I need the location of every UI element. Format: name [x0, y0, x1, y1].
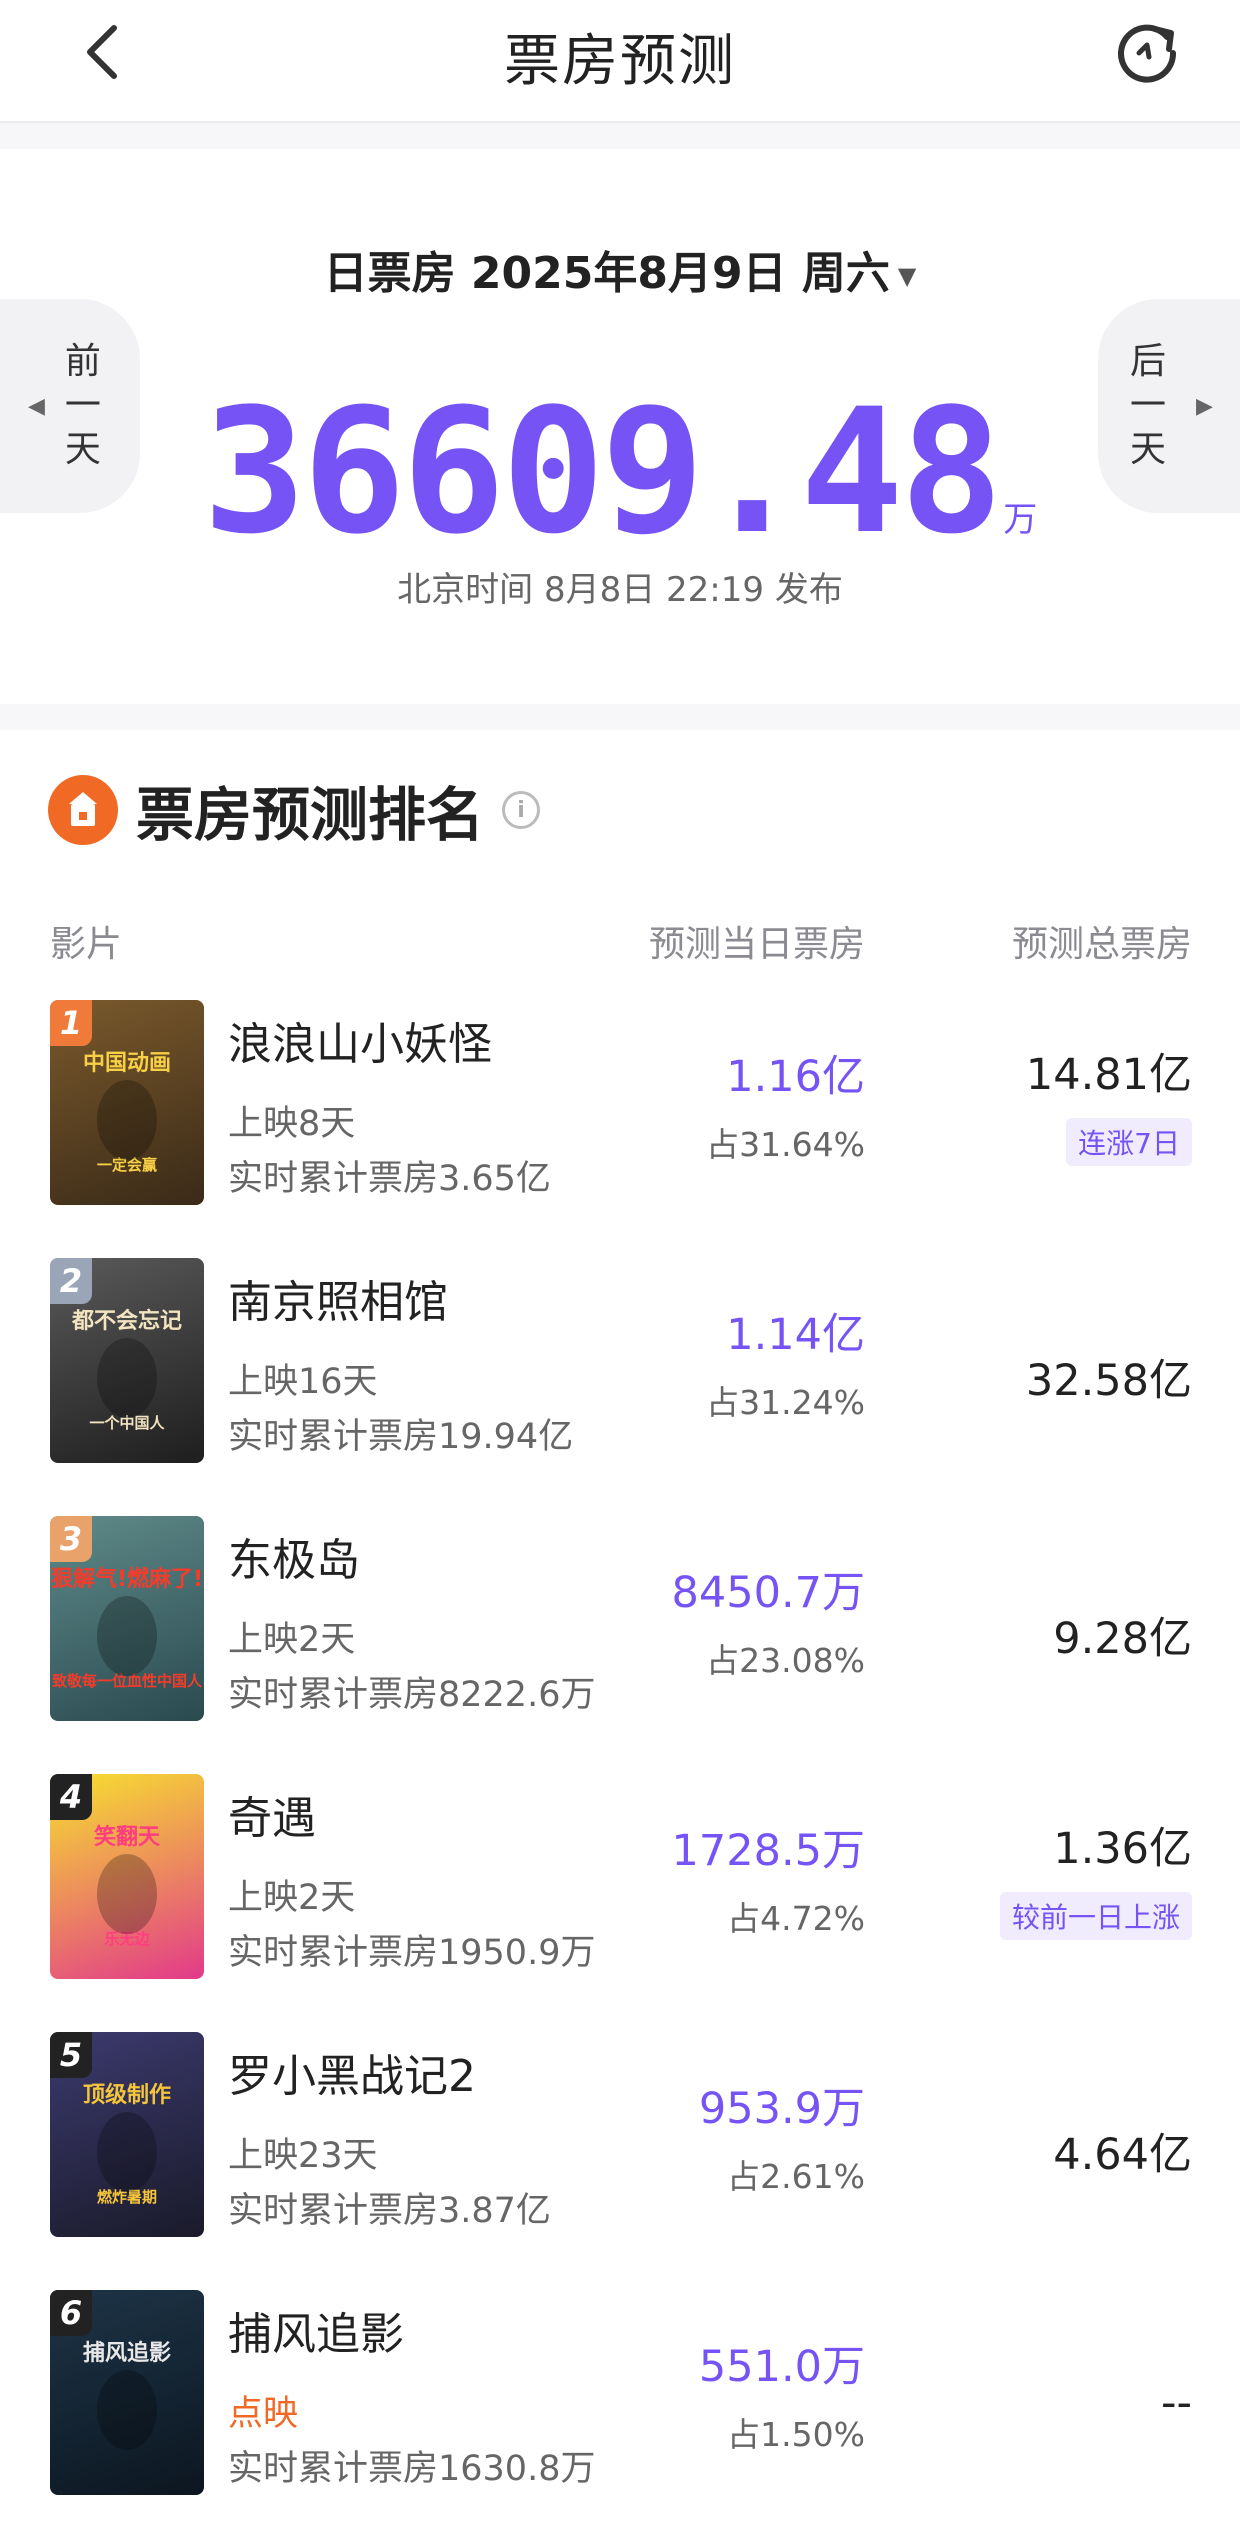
forecast-day-share: 占1.50%: [727, 2415, 865, 2454]
rank-badge: 2: [50, 1258, 92, 1304]
forecast-total-value: --: [1160, 2378, 1192, 2428]
forecast-day-value: 953.9万: [698, 2084, 865, 2134]
forecast-day-share: 占31.64%: [706, 1125, 865, 1164]
poster-text-1: 捕风追影: [83, 2340, 171, 2366]
rank-badge: 5: [50, 2032, 92, 2078]
forecast-day-value: 8450.7万: [671, 1568, 865, 1618]
forecast-total-value: 4.64亿: [1053, 2130, 1192, 2180]
col-header-film: 影片: [50, 924, 123, 965]
forecast-day-value: 551.0万: [698, 2342, 865, 2392]
release-days: 上映2天: [228, 1620, 356, 1660]
col-header-day: 预测当日票房: [648, 924, 865, 965]
release-days: 上映8天: [228, 1104, 356, 1144]
cumulative-box-office: 实时累计票房3.87亿: [228, 2191, 551, 2231]
movie-poster[interactable]: 捕风追影 6: [50, 2290, 204, 2495]
rank-badge: 6: [50, 2290, 92, 2336]
movie-title[interactable]: 南京照相馆: [228, 1266, 448, 1330]
section-divider: [0, 123, 1240, 149]
cumulative-box-office: 实时累计票房1630.8万: [228, 2449, 596, 2489]
movie-poster[interactable]: 狠解气!燃麻了! 致敬每一位血性中国人 3: [50, 1516, 204, 1721]
release-days: 上映2天: [228, 1878, 356, 1918]
forecast-day-share: 占23.08%: [706, 1641, 865, 1680]
refresh-button[interactable]: [1108, 10, 1188, 90]
forecast-day-share: 占31.24%: [706, 1383, 865, 1422]
rank-badge: 1: [50, 1000, 92, 1046]
movie-title[interactable]: 罗小黑战记2: [228, 2040, 476, 2104]
cumulative-box-office: 实时累计票房3.65亿: [228, 1159, 551, 1199]
poster-text-1: 顶级制作: [83, 2082, 171, 2108]
release-days: 上映23天: [228, 2136, 378, 2176]
ticket-logo-icon: [48, 775, 118, 845]
movie-row[interactable]: 顶级制作 燃炸暑期 5 罗小黑战记2 上映23天实时累计票房3.87亿 953.9万占2.…: [0, 2032, 1240, 2290]
date-label: 日票房 2025年8月9日 周六: [323, 248, 890, 299]
movie-title[interactable]: 捕风追影: [228, 2298, 404, 2362]
daily-box-office-panel: 日票房 2025年8月9日 周六 ▼ ◀ 前 一 天 后 一 天 ▶ 36609.…: [0, 149, 1240, 704]
movie-title[interactable]: 浪浪山小妖怪: [228, 1008, 492, 1072]
rank-badge: 3: [50, 1516, 92, 1562]
section-divider: [0, 704, 1240, 730]
cumulative-box-office: 实时累计票房1950.9万: [228, 1933, 596, 1973]
daily-total: 36609.48 万: [0, 371, 1240, 572]
forecast-day-share: 占2.61%: [727, 2157, 865, 2196]
movie-row[interactable]: 中国动画 一定会赢 1 浪浪山小妖怪上映8天实时累计票房3.65亿 1.16亿占31.6…: [0, 1000, 1240, 1258]
forecast-total-value: 1.36亿: [1053, 1824, 1192, 1874]
poster-text-1: 笑翻天: [94, 1824, 161, 1850]
forecast-total-value: 14.81亿: [1025, 1050, 1192, 1100]
movie-poster[interactable]: 顶级制作 燃炸暑期 5: [50, 2032, 204, 2237]
movie-poster[interactable]: 笑翻天 乐无边 4: [50, 1774, 204, 1979]
movie-title[interactable]: 奇遇: [228, 1782, 316, 1846]
poster-text-1: 狠解气!燃麻了!: [51, 1566, 203, 1592]
daily-total-value: 36609.48: [202, 371, 1003, 572]
caret-down-icon: ▼: [897, 262, 917, 290]
forecast-day-share: 占4.72%: [727, 1899, 865, 1938]
ranking-header: 票房预测排名 i: [48, 770, 541, 850]
movie-row[interactable]: 笑翻天 乐无边 4 奇遇上映2天实时累计票房1950.9万 1728.5万占4.72% 1…: [0, 1774, 1240, 2032]
cumulative-box-office: 实时累计票房19.94亿: [228, 1417, 574, 1457]
rank-badge: 4: [50, 1774, 92, 1820]
forecast-total-value: 32.58亿: [1025, 1356, 1192, 1406]
movie-title[interactable]: 东极岛: [228, 1524, 360, 1588]
movie-poster[interactable]: 都不会忘记 一个中国人 2: [50, 1258, 204, 1463]
poster-text-1: 都不会忘记: [71, 1308, 182, 1334]
forecast-day-value: 1.16亿: [726, 1052, 865, 1102]
info-icon[interactable]: i: [502, 791, 541, 829]
date-selector[interactable]: 日票房 2025年8月9日 周六 ▼: [0, 237, 1240, 301]
movie-row[interactable]: 狠解气!燃麻了! 致敬每一位血性中国人 3 东极岛上映2天实时累计票房8222.6万 8…: [0, 1516, 1240, 1774]
col-header-total: 预测总票房: [1011, 924, 1192, 965]
refresh-icon: [1118, 24, 1177, 83]
trend-tag: 较前一日上涨: [999, 1892, 1192, 1940]
page-title: 票房预测: [504, 29, 736, 94]
poster-text-1: 中国动画: [83, 1051, 171, 1076]
forecast-total-value: 9.28亿: [1053, 1614, 1192, 1664]
release-days: 上映16天: [228, 1362, 378, 1402]
publish-time: 北京时间 8月8日 22:19 发布: [397, 570, 843, 610]
release-days: 点映: [228, 2394, 299, 2434]
top-bar: 票房预测: [0, 0, 1240, 123]
daily-total-unit: 万: [1003, 500, 1038, 540]
forecast-day-value: 1728.5万: [671, 1826, 865, 1876]
movie-row[interactable]: 捕风追影 6 捕风追影点映实时累计票房1630.8万 551.0万占1.50% --: [0, 2290, 1240, 2548]
movie-poster[interactable]: 中国动画 一定会赢 1: [50, 1000, 204, 1205]
trend-tag: 连涨7日: [1066, 1118, 1192, 1166]
forecast-day-value: 1.14亿: [726, 1310, 865, 1360]
ranking-title: 票房预测排名: [136, 781, 485, 849]
cumulative-box-office: 实时累计票房8222.6万: [228, 1675, 596, 1715]
movie-row[interactable]: 都不会忘记 一个中国人 2 南京照相馆上映16天实时累计票房19.94亿 1.14亿占3…: [0, 1258, 1240, 1516]
